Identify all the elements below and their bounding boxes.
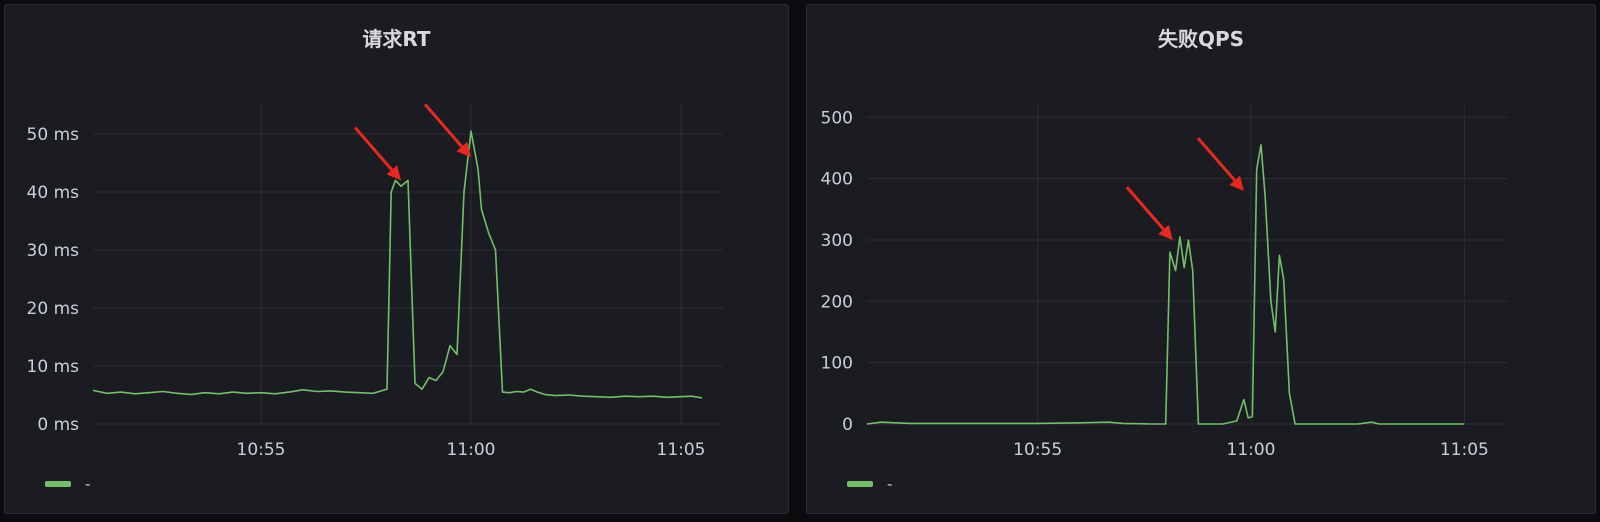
x-tick-label: 11:05 [657,440,706,460]
legend-swatch [45,481,71,487]
x-tick-label: 10:55 [237,440,286,460]
legend-label: - [85,475,91,493]
y-tick-label: 200 [821,292,853,312]
y-tick-label: 50 ms [27,125,80,145]
y-tick-label: 500 [821,108,853,128]
legend[interactable]: - [847,475,892,493]
y-tick-label: 400 [821,170,853,190]
legend-label: - [887,475,893,493]
line-chart-failed-qps: 0 100 200 300 400 500 10:55 11:00 11:05 [821,105,1507,460]
annotation-arrow [1125,186,1173,240]
x-tick-label: 10:55 [1013,440,1062,460]
chart-panel-failed-qps: 失败QPS 0 100 200 300 400 500 10:55 11:00 11:05 - [806,4,1596,514]
chart-panel-request-rt: 请求RT 0 ms 10 ms 20 ms 30 ms 40 ms 50 ms 10:55 1… [4,4,789,514]
x-tick-label: 11:00 [447,440,496,460]
y-tick-label: 30 ms [27,241,80,261]
y-tick-label: 20 ms [27,299,80,319]
legend-swatch [847,481,873,487]
annotation-arrow [423,103,471,158]
annotation-arrow [353,126,401,181]
series-line[interactable] [866,144,1465,425]
line-chart-request-rt: 0 ms 10 ms 20 ms 30 ms 40 ms 50 ms 10:55 11:00 1… [27,103,723,460]
y-tick-label: 0 [842,415,853,435]
y-tick-label: 40 ms [27,183,80,203]
y-tick-label: 0 ms [37,415,79,435]
y-tick-label: 300 [821,231,853,251]
annotation-arrow [1196,137,1244,191]
y-tick-label: 100 [821,354,853,374]
x-tick-label: 11:00 [1227,440,1276,460]
x-tick-label: 11:05 [1440,440,1489,460]
legend[interactable]: - [45,475,90,493]
y-tick-label: 10 ms [27,357,80,377]
